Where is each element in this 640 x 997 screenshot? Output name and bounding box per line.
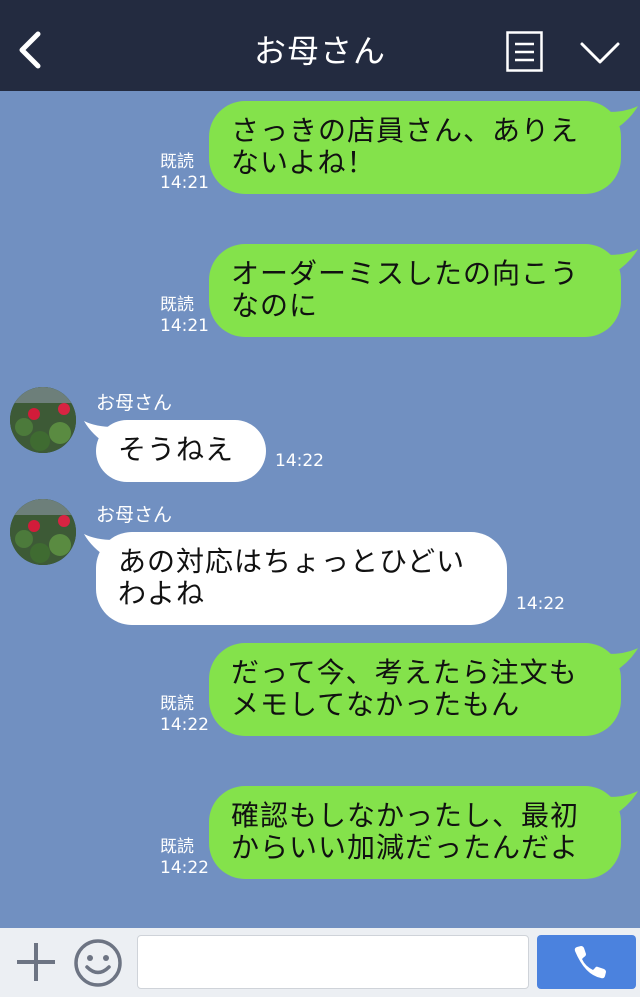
message-line: あの対応はちょっとひどい xyxy=(118,545,466,578)
bubble-tail xyxy=(608,648,638,672)
my-message-bubble[interactable]: 確認もしなかったし、最初 からいい加減だったんだよ xyxy=(209,786,621,879)
message-line: からいい加減だったんだよ xyxy=(231,831,580,864)
call-button[interactable] xyxy=(537,935,636,989)
message-line: 確認もしなかったし、最初 xyxy=(231,799,580,832)
my-message-bubble[interactable]: オーダーミスしたの向こう なのに xyxy=(209,244,621,337)
add-button[interactable] xyxy=(14,940,58,984)
sender-name: お母さん xyxy=(96,392,173,414)
message-time: 14:21 xyxy=(160,316,209,336)
message-line: メモしてなかったもん xyxy=(231,688,521,721)
smiley-icon xyxy=(74,939,122,987)
phone-icon xyxy=(574,946,606,979)
message-input-bar xyxy=(0,928,640,997)
chevron-down-icon xyxy=(580,42,620,64)
my-message-bubble[interactable]: さっきの店員さん、ありえ ないよね！ xyxy=(209,101,621,194)
message-input[interactable] xyxy=(137,935,529,989)
chat-title: お母さん xyxy=(253,32,386,70)
message-line: そうねえ xyxy=(118,433,235,466)
message-line: ないよね！ xyxy=(231,146,376,179)
my-message-bubble[interactable]: だって今、考えたら注文も メモしてなかったもん xyxy=(209,643,621,736)
message-time: 14:21 xyxy=(160,173,209,193)
read-status: 既読 14:21 xyxy=(160,295,209,337)
avatar[interactable] xyxy=(10,499,76,565)
avatar-image xyxy=(10,387,76,453)
their-message-bubble[interactable]: そうねえ xyxy=(96,420,266,482)
chat-header: お母さん xyxy=(0,0,640,91)
bubble-tail xyxy=(608,249,638,273)
message-time: 14:22 xyxy=(160,858,209,878)
read-label: 既読 xyxy=(160,152,194,172)
message-time: 14:22 xyxy=(516,594,565,614)
message-time: 14:22 xyxy=(275,451,324,471)
bubble-tail xyxy=(608,791,638,815)
emoji-button[interactable] xyxy=(73,938,123,988)
message-line: わよね xyxy=(118,577,206,610)
sender-name: お母さん xyxy=(96,504,173,526)
collapse-button[interactable] xyxy=(578,38,622,68)
message-list[interactable]: 既読 14:21 さっきの店員さん、ありえ ないよね！ 既読 14:21 オーダ… xyxy=(0,91,640,928)
avatar[interactable] xyxy=(10,387,76,453)
message-time: 14:22 xyxy=(160,715,209,735)
avatar-image xyxy=(10,499,76,565)
read-label: 既読 xyxy=(160,837,194,857)
menu-button[interactable] xyxy=(506,31,543,72)
read-status: 既読 14:22 xyxy=(160,694,209,736)
bubble-tail xyxy=(608,106,638,130)
their-message-bubble[interactable]: あの対応はちょっとひどい わよね xyxy=(96,532,507,625)
read-status: 既読 14:22 xyxy=(160,837,209,879)
message-line: オーダーミスしたの向こう xyxy=(231,257,580,290)
message-line: なのに xyxy=(231,289,319,322)
read-label: 既読 xyxy=(160,295,194,315)
list-icon xyxy=(506,31,543,72)
message-line: だって今、考えたら注文も xyxy=(231,656,578,689)
plus-icon xyxy=(17,943,55,981)
read-label: 既読 xyxy=(160,694,194,714)
read-status: 既読 14:21 xyxy=(160,152,209,194)
message-line: さっきの店員さん、ありえ xyxy=(231,114,580,147)
